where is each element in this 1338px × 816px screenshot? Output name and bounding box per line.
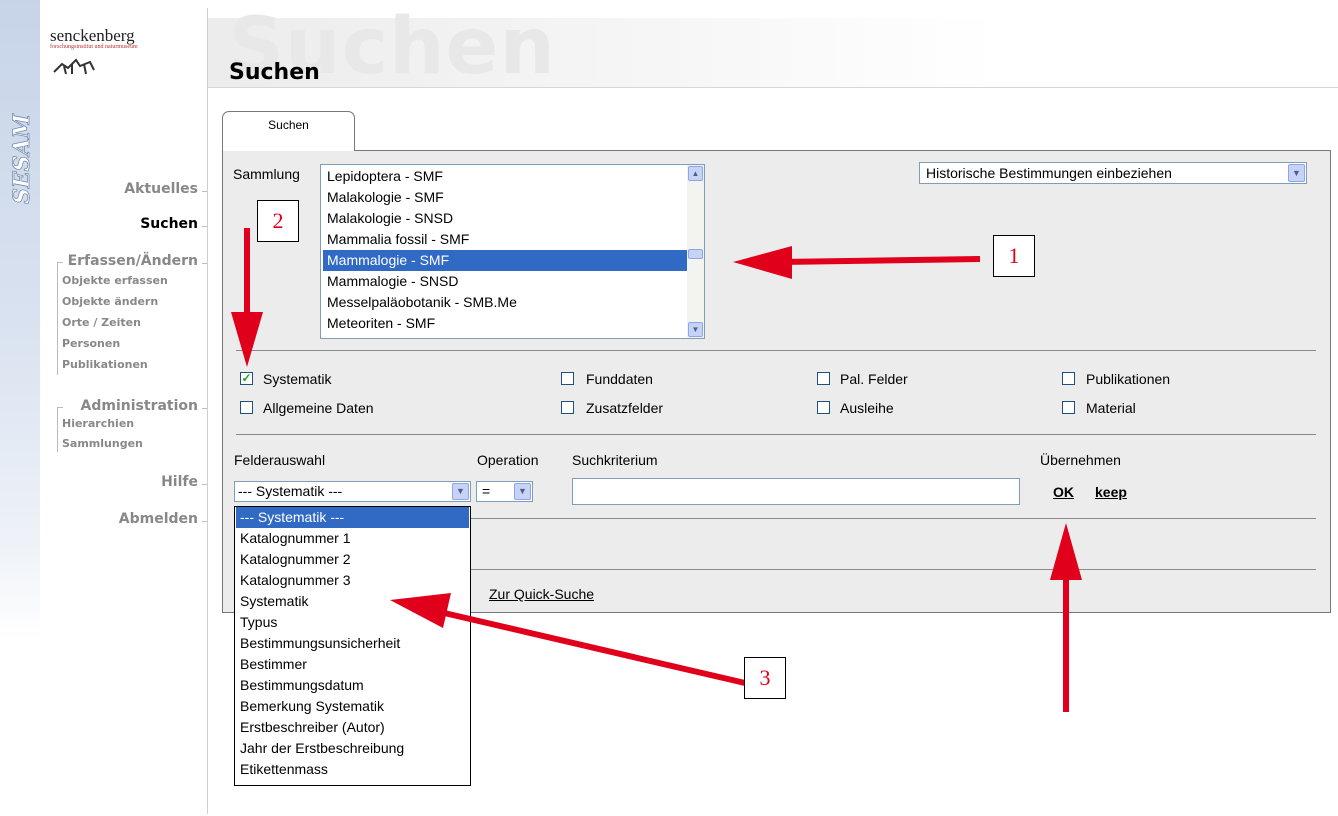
annotation-arrows: [231, 228, 1082, 712]
arrow-3-icon: [390, 593, 746, 686]
callout-1: 1: [993, 235, 1035, 277]
arrow-2-icon: [231, 228, 263, 367]
callout-3: 3: [744, 657, 786, 699]
arrow-1-icon: [733, 246, 981, 279]
callout-2: 2: [257, 200, 299, 242]
arrow-ok-icon: [1050, 523, 1082, 712]
